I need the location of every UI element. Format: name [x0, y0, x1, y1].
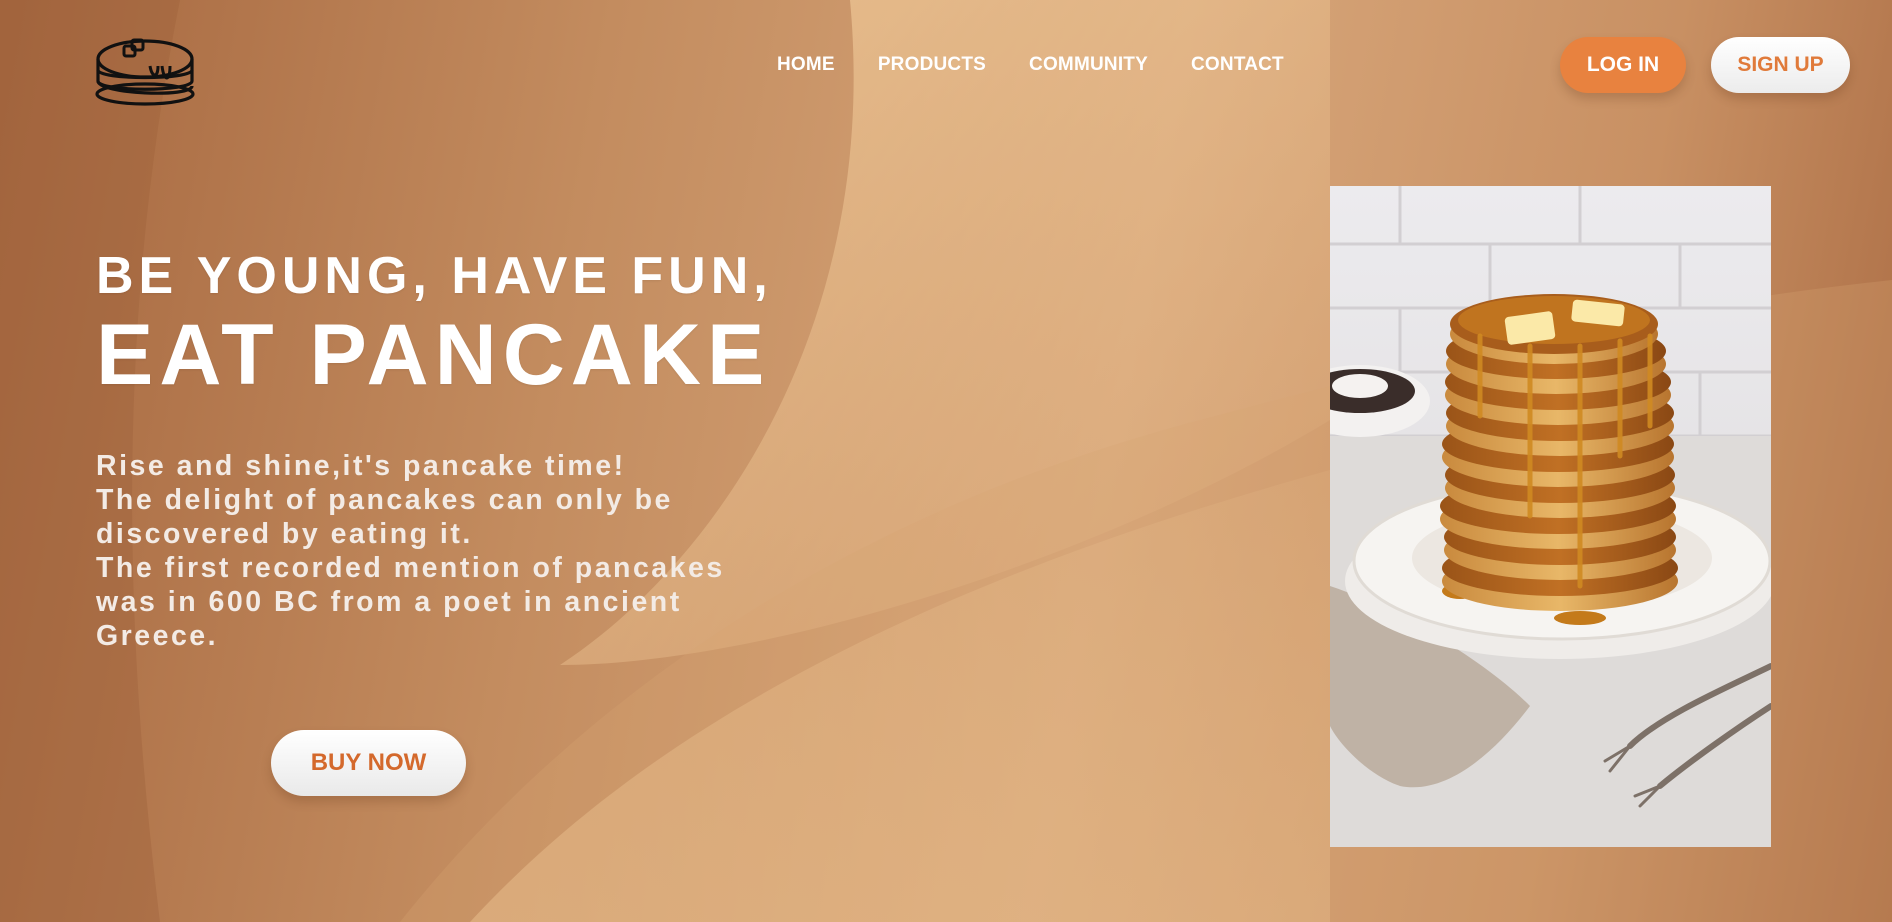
login-button[interactable]: LOG IN [1560, 37, 1686, 93]
hero-line: The first recorded mention of pancakes [96, 552, 725, 584]
pancake-stack-image [1330, 186, 1771, 847]
hero-line: The delight of pancakes can only be [96, 484, 673, 516]
pancake-photo [1330, 186, 1771, 847]
main-nav: HOME PRODUCTS COMMUNITY CONTACT [777, 54, 1284, 76]
hero-line: discovered by eating it. [96, 518, 473, 550]
hero-line: was in 600 BC from a poet in ancient [96, 586, 682, 618]
hero-line: Rise and shine,it's pancake time! [96, 450, 626, 482]
hero-description: Rise and shine,it's pancake time! The de… [96, 449, 816, 653]
nav-community[interactable]: COMMUNITY [1029, 54, 1148, 76]
pancake-stack-logo-icon[interactable] [94, 36, 198, 108]
nav-contact[interactable]: CONTACT [1191, 54, 1284, 76]
hero-line: Greece. [96, 620, 219, 652]
buy-now-button[interactable]: BUY NOW [271, 730, 466, 796]
hero-subtitle: BE YOUNG, HAVE FUN, [96, 247, 773, 305]
hero-title: EAT PANCAKE [96, 307, 771, 403]
signup-button[interactable]: SIGN UP [1711, 37, 1850, 93]
nav-home[interactable]: HOME [777, 54, 835, 76]
nav-products[interactable]: PRODUCTS [878, 54, 986, 76]
